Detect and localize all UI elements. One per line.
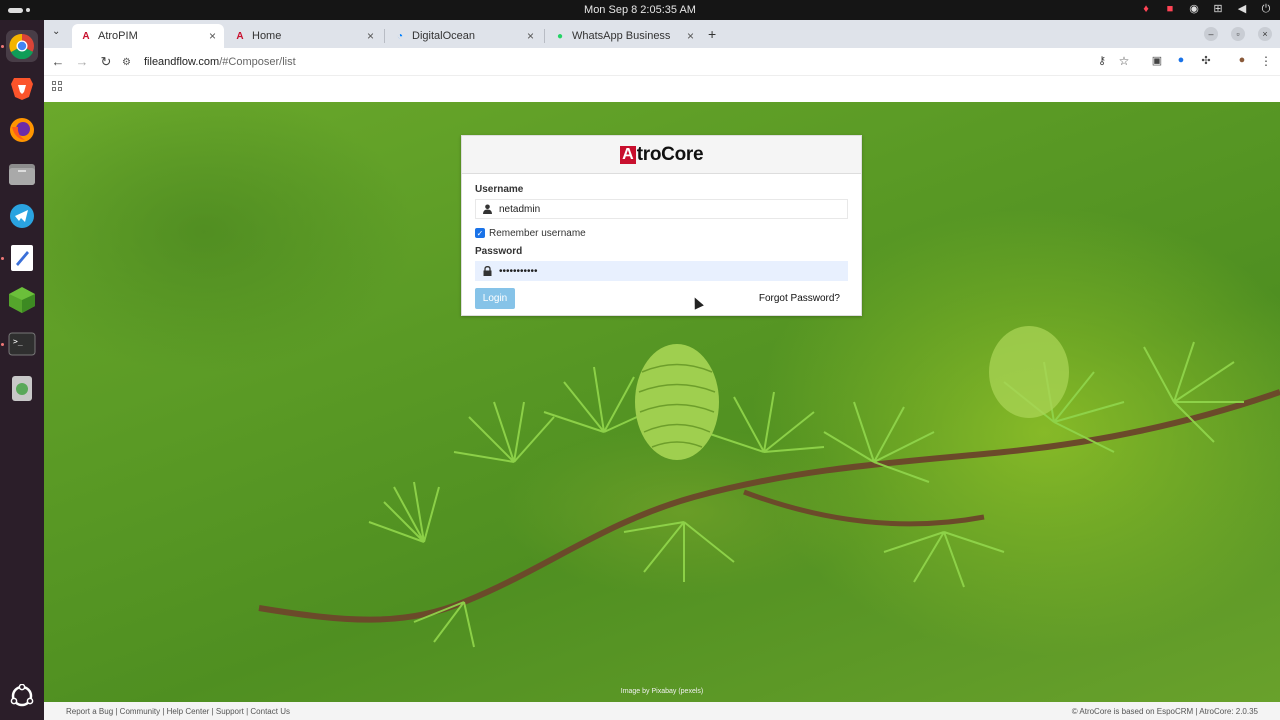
url-path: /#Composer/list [219, 56, 296, 68]
running-indicator [1, 343, 4, 346]
close-icon[interactable]: × [209, 29, 216, 43]
footer-copyright: © AtroCore is based on EspoCRM | AtroCor… [1071, 707, 1258, 716]
tab-search-icon[interactable]: ⌄ [52, 26, 60, 37]
trash-icon[interactable] [6, 372, 38, 404]
running-indicator [1, 257, 4, 260]
avatar[interactable]: ● [1234, 54, 1250, 66]
remember-username[interactable]: ✓ Remember username [475, 227, 848, 239]
login-header: AtroCore [462, 136, 861, 174]
minimize-icon[interactable]: – [1204, 27, 1218, 41]
dock: >_ [0, 20, 44, 720]
username-label: Username [475, 184, 524, 195]
lock-icon [483, 266, 493, 276]
tab-label: DigitalOcean [412, 30, 475, 42]
login-button[interactable]: Login [475, 288, 515, 309]
forward-icon[interactable]: → [74, 54, 90, 69]
extension-icon[interactable]: ▣ [1149, 54, 1165, 67]
password-label: Password [475, 246, 523, 257]
extensions-puzzle-icon[interactable]: ✣ [1198, 54, 1214, 67]
address-bar[interactable]: ⚙ fileandflow.com/#Composer/list [122, 51, 1132, 73]
minecraft-icon[interactable] [6, 284, 38, 316]
login-form: Username netadmin ✓ Remember username Pa… [462, 174, 861, 318]
browser-window: ⌄ A AtroPIM × A Home × ◔ DigitalOcean × … [44, 20, 1280, 720]
atro-icon: A [236, 30, 244, 42]
image-credit: Image by Pixabay (pexels) [620, 688, 704, 695]
ubuntu-logo-icon[interactable] [6, 680, 38, 712]
whatsapp-icon: ● [556, 30, 564, 42]
camera-icon[interactable]: ■ [1164, 3, 1176, 15]
menu-icon[interactable]: ⋮ [1258, 54, 1274, 68]
tab-label: Home [252, 30, 282, 42]
tab-digitalocean[interactable]: ◔ DigitalOcean × [386, 24, 542, 48]
power-icon[interactable]: ⏻ [1260, 3, 1272, 15]
username-field[interactable]: netadmin [475, 199, 848, 219]
remember-label: Remember username [489, 227, 586, 239]
extension-blue-icon[interactable]: ● [1173, 54, 1189, 66]
browser-toolbar: ← → ↻ ⚙ fileandflow.com/#Composer/list ⚷… [44, 48, 1280, 76]
text-editor-icon[interactable] [6, 242, 38, 274]
close-icon[interactable]: × [367, 29, 374, 43]
password-key-icon[interactable]: ⚷ [1094, 54, 1110, 67]
running-indicator [1, 45, 4, 48]
chrome-icon[interactable]: ◉ [1188, 3, 1200, 15]
login-page: AtroCore Username netadmin ✓ Remember us… [44, 102, 1280, 720]
terminal-icon[interactable]: >_ [6, 328, 38, 360]
digitalocean-icon: ◔ [396, 30, 404, 42]
close-window-icon[interactable]: × [1258, 27, 1272, 41]
logo-mark: A [619, 145, 636, 164]
tab-separator [544, 29, 545, 43]
telegram-icon[interactable] [6, 200, 38, 232]
page-footer: Report a Bug | Community | Help Center |… [44, 702, 1280, 720]
firefox-icon[interactable] [6, 114, 38, 146]
username-value: netadmin [499, 203, 541, 215]
footer-links[interactable]: Report a Bug | Community | Help Center |… [66, 707, 290, 716]
bookmark-star-icon[interactable]: ☆ [1116, 54, 1132, 68]
brave-icon[interactable] [6, 72, 38, 104]
atrocore-logo: AtroCore [619, 143, 704, 166]
apps-grid-icon[interactable] [52, 81, 62, 91]
tab-home[interactable]: A Home × [226, 24, 382, 48]
volume-icon[interactable]: ◀ [1236, 3, 1248, 15]
tab-label: WhatsApp Business [572, 30, 671, 42]
login-panel: AtroCore Username netadmin ✓ Remember us… [461, 135, 862, 316]
tab-whatsapp[interactable]: ● WhatsApp Business × [546, 24, 702, 48]
password-value: ••••••••••• [499, 265, 538, 277]
restore-icon[interactable]: ▫ [1231, 27, 1245, 41]
logo-text: troCore [636, 143, 704, 165]
tab-strip: ⌄ A AtroPIM × A Home × ◔ DigitalOcean × … [44, 20, 1280, 48]
chrome-icon[interactable] [6, 30, 38, 62]
remember-checkbox[interactable]: ✓ [475, 228, 485, 238]
tab-atropim[interactable]: A AtroPIM × [72, 24, 224, 48]
new-tab-icon[interactable]: + [708, 26, 716, 42]
files-icon[interactable] [6, 158, 38, 190]
reload-icon[interactable]: ↻ [98, 54, 114, 70]
login-actions: Login Forgot Password? [475, 288, 848, 318]
svg-text:>_: >_ [13, 337, 23, 346]
site-info-icon[interactable]: ⚙ [122, 57, 134, 68]
system-clock[interactable]: Mon Sep 8 2:05:35 AM [0, 4, 1280, 16]
system-tray: ♦ ■ ◉ ⊞ ◀ ⏻ [1140, 3, 1272, 15]
bookmarks-bar [44, 76, 1280, 100]
password-field[interactable]: ••••••••••• [475, 261, 848, 281]
user-icon [483, 204, 493, 214]
url-domain: fileandflow.com [144, 56, 220, 68]
tab-label: AtroPIM [98, 30, 138, 42]
forgot-password-link[interactable]: Forgot Password? [759, 293, 840, 304]
system-top-bar: Mon Sep 8 2:05:35 AM ♦ ■ ◉ ⊞ ◀ ⏻ [0, 0, 1280, 20]
close-icon[interactable]: × [687, 29, 694, 43]
close-icon[interactable]: × [527, 29, 534, 43]
network-icon[interactable]: ⊞ [1212, 3, 1224, 15]
atro-icon: A [82, 30, 90, 42]
back-icon[interactable]: ← [50, 54, 66, 69]
brave-shield-icon[interactable]: ♦ [1140, 3, 1152, 15]
tab-separator [384, 29, 385, 43]
